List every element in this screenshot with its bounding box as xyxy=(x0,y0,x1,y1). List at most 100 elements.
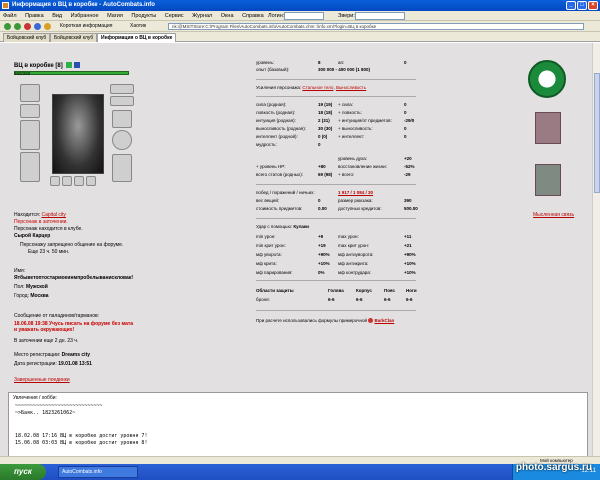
armor-header: Корпус xyxy=(356,288,372,293)
clan-badge-icon xyxy=(66,62,73,68)
ap-label: ап: xyxy=(338,60,345,65)
armor-cell: 6-6 xyxy=(328,297,335,302)
stat-bonus-value: 0 xyxy=(404,134,407,139)
home-icon[interactable] xyxy=(44,23,51,30)
menu-windows[interactable]: Окна xyxy=(221,13,234,19)
login-label: Логин: xyxy=(268,13,285,19)
boots-slot[interactable] xyxy=(112,154,132,182)
location-link[interactable]: Capital city xyxy=(41,212,65,218)
menu-favorites[interactable]: Избранное xyxy=(71,13,99,19)
menu-tools[interactable]: Сервис xyxy=(165,13,184,19)
forward-icon[interactable] xyxy=(14,23,21,30)
belt-slot[interactable] xyxy=(86,176,96,186)
armor-slot[interactable] xyxy=(20,152,40,182)
beast-field[interactable] xyxy=(355,12,405,20)
scrollbar-thumb[interactable] xyxy=(594,73,600,193)
info-icon[interactable] xyxy=(74,62,81,68)
combat-value: +10% xyxy=(404,270,416,275)
boost-label: Усиления персонажа: xyxy=(256,85,302,90)
barkclan-link[interactable]: BarkClan xyxy=(375,318,395,323)
tab-bar: Бойцовский клуб Бойцовский клуб Информац… xyxy=(0,32,600,42)
armor-cell: 6-6 xyxy=(356,297,363,302)
address-bar[interactable]: nk:@MSITStore:C:\Program Files\AutoComba… xyxy=(168,23,584,30)
minimize-button[interactable]: _ xyxy=(566,1,576,10)
taskbar-item[interactable]: AutoCombats.info xyxy=(58,466,138,478)
location-label: Находится: xyxy=(14,212,41,218)
armor-cell: 6-6 xyxy=(406,297,413,302)
total-label: всего статов (родных): xyxy=(256,172,303,177)
armor-cell: броня: xyxy=(256,297,270,302)
level-value: 8 xyxy=(318,60,321,65)
vertical-scrollbar[interactable] xyxy=(592,43,600,464)
menu-journal[interactable]: Журнал xyxy=(192,13,212,19)
ring-slot-3[interactable] xyxy=(74,176,84,186)
menu-edit[interactable]: Правка xyxy=(25,13,44,19)
city-value: Москва xyxy=(30,293,49,299)
ring-slot-1[interactable] xyxy=(50,176,60,186)
combat-label: max крит урон: xyxy=(338,243,369,248)
weapon-slot[interactable] xyxy=(20,120,40,150)
armor-cell: 6-6 xyxy=(384,297,391,302)
tab-character-info[interactable]: Информация о ВЦ в коробке xyxy=(97,33,177,42)
stats-panel: уровень: 8 ап: 0 опыт (базовый): 300 000… xyxy=(256,60,456,390)
ring-slot-2[interactable] xyxy=(62,176,72,186)
rune-slot-1[interactable] xyxy=(110,84,134,94)
guild-banner-icon[interactable] xyxy=(535,112,561,144)
reg-place-label: Место регистрации: xyxy=(14,352,61,358)
name-label: Имя: xyxy=(14,268,26,274)
rune-slot-2[interactable] xyxy=(110,96,134,106)
restore-label: восстановление жизни: xyxy=(338,164,387,169)
tab-fight-club-2[interactable]: Бойцовский клуб xyxy=(50,33,98,42)
stat-label: ловкость (родная): xyxy=(256,110,296,115)
boost-line: Усиления персонажа: Стальное тело, Вынос… xyxy=(256,85,367,90)
restore-value: -52% xyxy=(404,164,415,169)
shield-slot[interactable] xyxy=(112,130,132,150)
macros-button[interactable]: Хаотик xyxy=(130,21,146,32)
clan-emblem-icon[interactable] xyxy=(528,60,566,98)
armor-header: Пояс xyxy=(384,288,396,293)
hobby-line: ~~~~~~~~~~~~~~~~~~~~~~~~~~~~~ xyxy=(15,403,103,409)
tab-fight-club-1[interactable]: Бойцовский клуб xyxy=(3,33,51,42)
combat-label: max урон: xyxy=(338,234,359,239)
hit-line: Удар с помощью: Кулаки xyxy=(256,224,309,229)
gender-line: Пол: Мужской xyxy=(14,284,48,290)
short-info-button[interactable]: Короткая информация xyxy=(60,21,112,32)
cost-value: 0.00 xyxy=(318,206,327,211)
menu-file[interactable]: Файл xyxy=(3,13,17,19)
boost-link-2[interactable]: Выносливость xyxy=(336,85,366,90)
hobby-line: 18.02.08 17:16 ВЦ в коробке достиг уровн… xyxy=(15,433,148,439)
finished-fights-link[interactable]: Завершенные поединки xyxy=(14,377,70,383)
back-icon[interactable] xyxy=(4,23,11,30)
maximize-button[interactable]: □ xyxy=(577,1,587,10)
gloves-slot[interactable] xyxy=(112,110,132,128)
stat-bonus-label: + интеллект: xyxy=(338,134,365,139)
reg-date-value: 19.01.08 13:51 xyxy=(58,361,92,367)
order-banner-icon[interactable] xyxy=(535,164,561,196)
menu-help[interactable]: Справка xyxy=(242,13,264,19)
divider xyxy=(256,96,416,97)
stop-icon[interactable] xyxy=(24,23,31,30)
stat-bonus-value: 0 xyxy=(404,126,407,131)
boost-link-1[interactable]: Стальное тело xyxy=(302,85,333,90)
hobby-box: Увлечения / хобби: ~~~~~~~~~~~~~~~~~~~~~… xyxy=(8,392,588,462)
wins-link[interactable]: 1 917 / 1 084 / 30 xyxy=(338,190,373,195)
menu-view[interactable]: Вид xyxy=(52,13,62,19)
total-all-value: -29 xyxy=(404,172,411,177)
start-button[interactable]: пуск xyxy=(0,464,46,480)
full-name: Ятбыветоптостармоеинмпробелыванискловак! xyxy=(14,275,134,281)
login-field[interactable] xyxy=(284,12,324,20)
menu-magic[interactable]: Магия xyxy=(107,13,123,19)
helmet-slot[interactable] xyxy=(20,84,40,102)
mental-link[interactable]: Мысленная связь xyxy=(533,212,574,218)
stat-value: 0 (0) xyxy=(318,134,328,139)
stat-bonus-label: + выносливость: xyxy=(338,126,373,131)
credits-value: 500.00 xyxy=(404,206,418,211)
backpack-label: размер рюкзака: xyxy=(338,198,373,203)
close-button[interactable]: × xyxy=(588,1,598,10)
window-title: Информация о ВЦ в коробке - AutoCombats.… xyxy=(12,2,155,8)
gender-label: Пол: xyxy=(14,284,25,290)
refresh-icon[interactable] xyxy=(34,23,41,30)
prison-status: Персонаж в заточении. xyxy=(14,219,68,225)
amulet-slot[interactable] xyxy=(20,104,40,118)
menu-products[interactable]: Продукты xyxy=(131,13,156,19)
